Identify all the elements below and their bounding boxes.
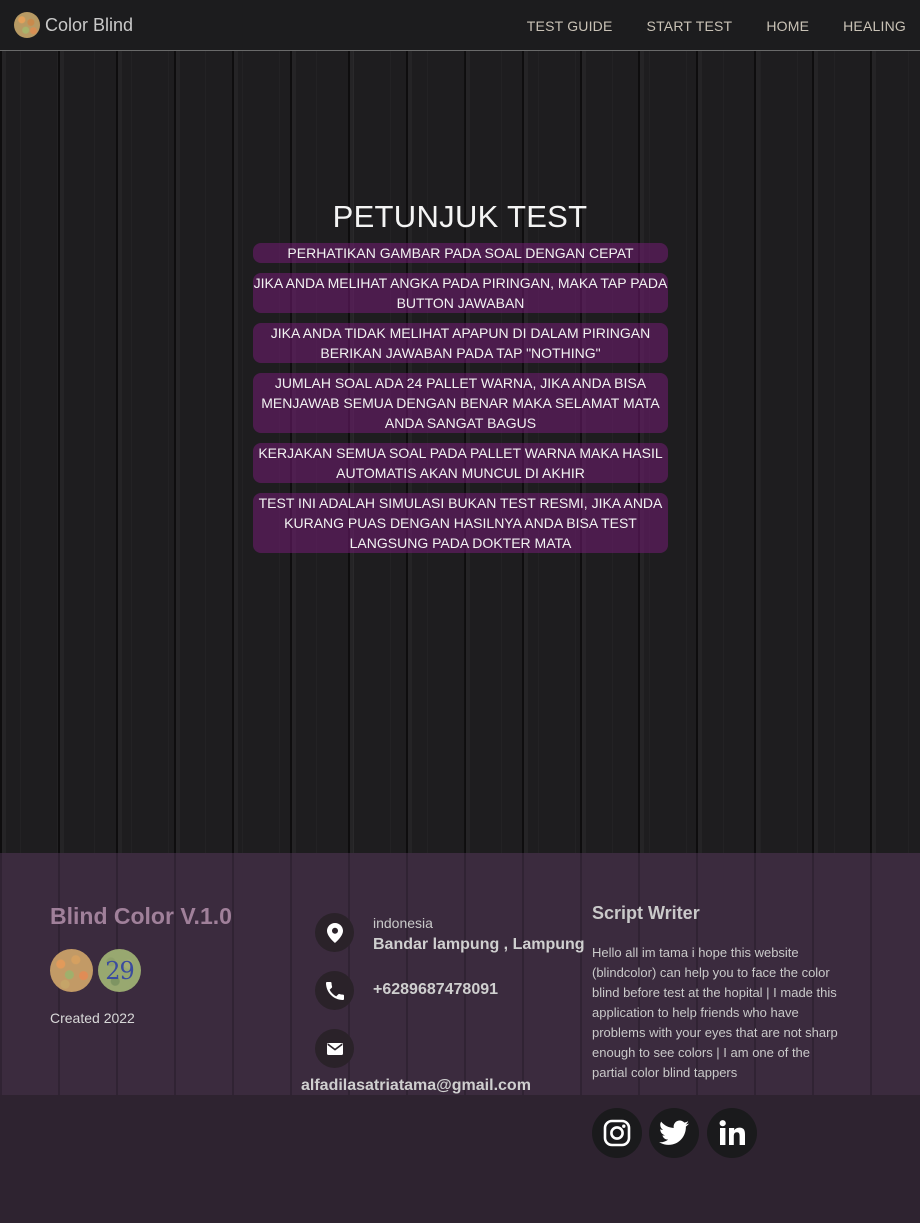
plate-number: 29 [105,956,135,985]
guide-item: JIKA ANDA TIDAK MELIHAT APAPUN DI DALAM … [253,323,668,363]
writer-title: Script Writer [592,903,700,923]
nav-links: TEST GUIDE START TEST HOME HEALING [493,0,906,51]
page-title: PETUNJUK TEST [332,199,588,234]
guide-item: JUMLAH SOAL ADA 24 PALLET WARNA, JIKA AN… [253,373,668,433]
location-icon [315,913,354,952]
nav-link-healing[interactable]: HEALING [843,18,906,34]
brand-name: Color Blind [45,14,134,35]
color-plate-icon [50,949,93,992]
linkedin-icon[interactable] [707,1108,757,1158]
guide-item: TEST INI ADALAH SIMULASI BUKAN TEST RESM… [253,493,668,553]
footer-title: Blind Color V.1.0 [50,903,232,929]
guide-list: PERHATIKAN GAMBAR PADA SOAL DENGAN CEPAT… [253,243,668,563]
guide-item: KERJAKAN SEMUA SOAL PADA PALLET WARNA MA… [253,443,668,483]
nav-link-test-guide[interactable]: TEST GUIDE [527,18,613,34]
brand[interactable]: Color Blind [14,12,133,38]
instagram-icon[interactable] [592,1108,642,1158]
color-plate-number-icon: 29 [98,949,141,992]
email-address[interactable]: alfadilasatriatama@gmail.com [301,1077,531,1095]
created-year: Created 2022 [50,1010,135,1026]
hero-section: PETUNJUK TEST PERHATIKAN GAMBAR PADA SOA… [0,51,920,853]
phone-icon [315,971,354,1010]
email-icon [315,1029,354,1068]
nav-link-start-test[interactable]: START TEST [647,18,733,34]
nav-link-home[interactable]: HOME [766,18,809,34]
guide-item: JIKA ANDA MELIHAT ANGKA PADA PIRINGAN, M… [253,273,668,313]
phone-number[interactable]: +6289687478091 [373,981,498,999]
twitter-icon[interactable] [649,1108,699,1158]
location-city: Bandar lampung , Lampung [373,936,585,953]
brand-logo-icon [14,12,40,38]
guide-item: PERHATIKAN GAMBAR PADA SOAL DENGAN CEPAT [253,243,668,263]
location-country: indonesia [373,915,433,931]
navbar: Color Blind TEST GUIDE START TEST HOME H… [0,0,920,51]
writer-description: Hello all im tama i hope this website (b… [592,945,838,1080]
